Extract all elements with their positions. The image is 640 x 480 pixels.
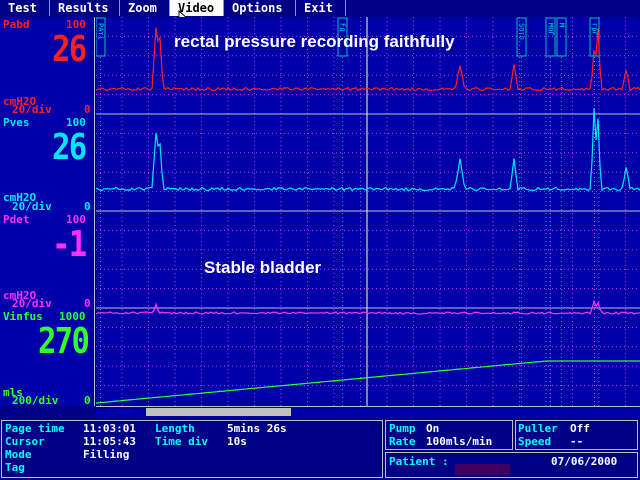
cursor-value: 11:05:43 xyxy=(83,435,136,448)
speed-value: -- xyxy=(570,435,584,448)
menu-exit[interactable]: Exit xyxy=(296,0,346,16)
pump-label: Pump xyxy=(389,422,416,435)
patient-name-field[interactable] xyxy=(455,464,510,475)
channel-name-pves: Pves xyxy=(3,116,30,129)
channel-scale-pves: 20/div xyxy=(12,200,52,213)
page-time-label: Page time xyxy=(5,422,65,435)
channel-scale-vinfus: 200/div xyxy=(12,394,59,407)
channel-name-pabd: Pabd xyxy=(3,18,30,31)
time-div-value: 10s xyxy=(227,435,247,448)
annotation-rectal-pressure: rectal pressure recording faithfully xyxy=(174,32,455,51)
puller-value: Off xyxy=(570,422,590,435)
length-value: 5mins 26s xyxy=(227,422,287,435)
menu-results[interactable]: Results xyxy=(50,0,120,16)
speed-label: Speed xyxy=(518,435,552,448)
channel-value-vinfus: 270 xyxy=(38,321,90,362)
trace-vinfus xyxy=(96,360,640,404)
menu-bar: Test Results Zoom Video Options Exit xyxy=(0,0,640,26)
mode-value: Filling xyxy=(83,448,130,461)
menu-zoom[interactable]: Zoom xyxy=(120,0,170,16)
channel-min-pabd: 0 xyxy=(84,103,91,116)
date-value: 07/06/2000 xyxy=(551,455,618,468)
trace-plot-area[interactable]: PАті Fд Sптл МОГ Мгрг rectal pressure record… xyxy=(96,17,640,406)
pump-value: On xyxy=(426,422,440,435)
time-div-label: Time div xyxy=(155,435,208,448)
event-marker-label: МОГ xyxy=(547,23,555,36)
event-marker-label: Sптл xyxy=(518,23,526,40)
tag-label: Tag xyxy=(5,461,25,474)
event-marker-label: PАті xyxy=(97,23,105,40)
channel-name-pdet: Pdet xyxy=(3,213,30,226)
length-label: Length xyxy=(155,422,195,435)
channel-panel: Pabd 100 26 cmH2O 20/div 0 Pves 100 26 c… xyxy=(0,17,95,407)
rate-label: Rate xyxy=(389,435,416,448)
cursor-label: Cursor xyxy=(5,435,45,448)
channel-name-vinfus: Vinfus xyxy=(3,310,43,323)
menu-options[interactable]: Options xyxy=(224,0,296,16)
channel-value-pves: 26 xyxy=(52,127,87,168)
annotation-stable-bladder: Stable bladder xyxy=(204,258,322,277)
channel-value-pdet: -1 xyxy=(52,224,87,265)
channel-min-vinfus: 0 xyxy=(84,394,91,407)
status-panel: Page time 11:03:01 Length 5mins 26s Curs… xyxy=(0,418,640,480)
mode-label: Mode xyxy=(5,448,32,461)
channel-scale-pdet: 20/div xyxy=(12,297,52,310)
horizontal-scrollbar[interactable] xyxy=(96,406,640,418)
channel-value-pabd: 26 xyxy=(52,29,87,70)
scrollbar-thumb[interactable] xyxy=(146,408,291,416)
rate-value: 100mls/min xyxy=(426,435,493,448)
page-time-value: 11:03:01 xyxy=(83,422,136,435)
event-marker-label: Fд xyxy=(339,23,347,31)
channel-min-pves: 0 xyxy=(84,200,91,213)
trace-plot-svg: PАті Fд Sптл МОГ Мгрг xyxy=(96,17,640,406)
channel-scale-pabd: 20/div xyxy=(12,103,52,116)
patient-label: Patient : xyxy=(389,455,449,468)
puller-label: Puller xyxy=(518,422,558,435)
menu-test[interactable]: Test xyxy=(0,0,50,16)
channel-min-pdet: 0 xyxy=(84,297,91,310)
trace-pves xyxy=(96,108,640,192)
event-marker-label: М xyxy=(558,23,566,27)
